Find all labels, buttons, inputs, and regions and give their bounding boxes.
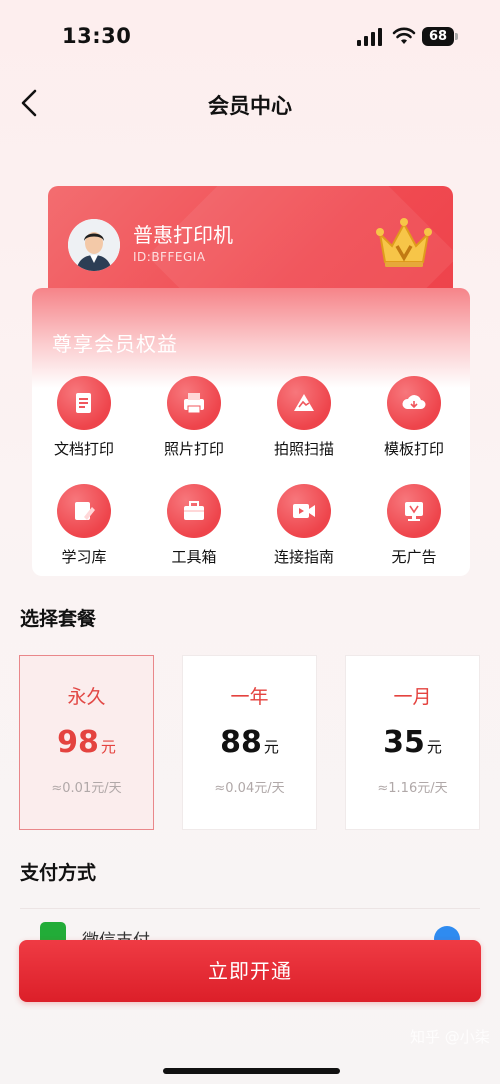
user-id: ID:BFFEGIA <box>133 250 206 264</box>
benefit-label: 文档打印 <box>53 440 114 458</box>
plan-card-lifetime[interactable]: 永久 98 元 ≈0.01元/天 <box>19 655 154 830</box>
plan-daily-cost: ≈1.16元/天 <box>377 781 448 796</box>
open-membership-button[interactable]: 立即开通 <box>19 940 481 1002</box>
benefit-label: 学习库 <box>61 548 107 566</box>
battery-icon: 68 <box>422 27 458 46</box>
document-icon <box>76 393 91 413</box>
benefit-label: 拍照扫描 <box>273 440 334 458</box>
benefit-scan[interactable]: 拍照扫描 <box>249 376 359 459</box>
benefit-photo-print[interactable]: 照片打印 <box>139 376 249 459</box>
benefits-title: 尊享会员权益 <box>52 332 178 356</box>
divider <box>20 908 480 909</box>
benefit-label: 无广告 <box>391 548 437 566</box>
video-guide-icon <box>293 504 315 518</box>
benefit-label: 照片打印 <box>163 440 224 458</box>
page-title: 会员中心 <box>208 94 292 118</box>
status-time: 13:30 <box>62 24 132 48</box>
benefit-document-print[interactable]: 文档打印 <box>32 376 139 459</box>
plan-unit: 元 <box>426 738 442 756</box>
nav-bar: 会员中心 <box>0 72 500 136</box>
wifi-icon <box>392 27 416 44</box>
study-library-icon <box>75 502 95 520</box>
plan-card-month[interactable]: 一月 35 元 ≈1.16元/天 <box>345 655 480 830</box>
plan-price: 35 <box>383 725 425 760</box>
benefits-panel: 尊享会员权益 文档打印 照片打印 拍照扫描 模板打印 学习库 工具箱 连接指南 … <box>32 288 470 576</box>
benefit-connection-guide[interactable]: 连接指南 <box>249 484 359 567</box>
avatar[interactable] <box>68 219 120 271</box>
benefit-label: 连接指南 <box>273 548 334 566</box>
user-name: 普惠打印机 <box>133 223 233 247</box>
plan-name: 一年 <box>230 686 269 708</box>
benefit-label: 工具箱 <box>171 548 217 566</box>
benefit-label: 模板打印 <box>383 440 444 458</box>
watermark: 知乎 @小柒 <box>410 1028 490 1046</box>
scan-icon <box>294 394 314 411</box>
plan-unit: 元 <box>263 738 279 756</box>
benefit-template-print[interactable]: 模板打印 <box>359 376 469 459</box>
home-indicator <box>163 1068 340 1074</box>
benefit-toolbox[interactable]: 工具箱 <box>139 484 249 567</box>
status-bar: 13:30 68 <box>0 0 500 72</box>
plan-card-year[interactable]: 一年 88 元 ≈0.04元/天 <box>182 655 317 830</box>
crown-icon <box>376 218 432 267</box>
plan-price: 98 <box>57 725 99 760</box>
battery-level: 68 <box>422 27 454 46</box>
template-cloud-icon <box>402 395 426 409</box>
no-ads-icon <box>405 502 423 521</box>
plan-name: 永久 <box>67 686 106 708</box>
signal-icon <box>357 28 382 46</box>
payment-section-title: 支付方式 <box>20 862 97 884</box>
plan-price: 88 <box>220 725 262 760</box>
toolbox-icon <box>184 501 204 520</box>
plan-daily-cost: ≈0.01元/天 <box>51 781 122 796</box>
plan-daily-cost: ≈0.04元/天 <box>214 781 285 796</box>
benefit-study-library[interactable]: 学习库 <box>32 484 139 567</box>
benefit-no-ads[interactable]: 无广告 <box>359 484 469 567</box>
plans-section-title: 选择套餐 <box>20 608 97 630</box>
plan-unit: 元 <box>100 738 116 756</box>
plan-name: 一月 <box>393 686 432 708</box>
photo-print-icon <box>184 393 204 414</box>
